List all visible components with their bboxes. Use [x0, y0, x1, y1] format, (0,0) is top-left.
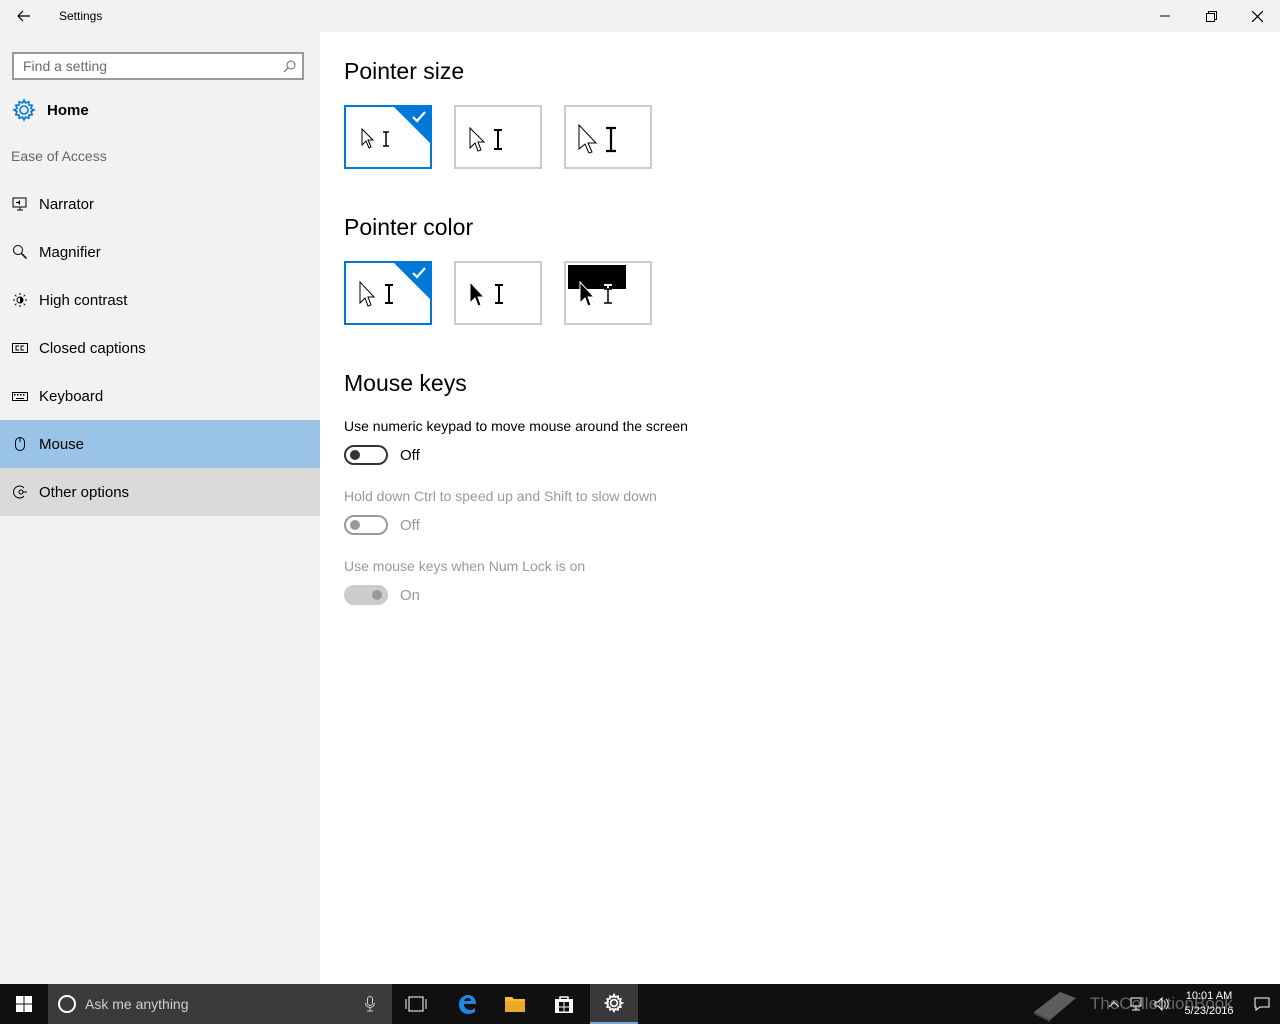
window-controls — [1142, 0, 1280, 32]
ctrl-shift-speed-label: Hold down Ctrl to speed up and Shift to … — [344, 488, 657, 504]
checkmark-icon — [412, 267, 426, 279]
search-box[interactable] — [12, 52, 304, 80]
sidebar-item-mouse[interactable]: Mouse — [0, 420, 320, 468]
sidebar-item-narrator[interactable]: Narrator — [0, 180, 320, 228]
minimize-icon — [1160, 15, 1170, 17]
pointer-size-medium[interactable] — [454, 105, 542, 169]
minimize-button[interactable] — [1142, 0, 1188, 32]
sidebar-item-label: Magnifier — [39, 243, 101, 261]
settings-taskbar-button[interactable] — [590, 984, 638, 1024]
action-center-icon[interactable] — [1244, 997, 1280, 1011]
search-icon[interactable] — [276, 60, 302, 73]
windows-logo-icon — [16, 996, 32, 1012]
microphone-icon[interactable] — [358, 996, 382, 1012]
pointer-color-heading: Pointer color — [344, 214, 474, 240]
sidebar-item-magnifier[interactable]: Magnifier — [0, 228, 320, 276]
closed-captions-icon — [12, 340, 28, 356]
checkmark-icon — [412, 111, 426, 123]
cortana-search-box[interactable]: Ask me anything — [48, 984, 392, 1024]
close-button[interactable] — [1234, 0, 1280, 32]
num-lock-label: Use mouse keys when Num Lock is on — [344, 558, 586, 574]
other-options-icon — [12, 484, 28, 500]
home-label: Home — [47, 101, 89, 119]
sidebar: Home Ease of Access Narrator Magnifier H… — [0, 32, 320, 984]
cortana-search-placeholder: Ask me anything — [85, 996, 189, 1012]
mouse-keys-heading: Mouse keys — [344, 370, 467, 396]
pointer-large-icon — [578, 123, 616, 154]
pointer-inverted-icon — [568, 265, 626, 307]
sidebar-item-closed-captions[interactable]: Closed captions — [0, 324, 320, 372]
main-content: Pointer size Pointer color Mouse keys Us… — [320, 32, 1280, 984]
num-lock-toggle[interactable] — [344, 585, 388, 605]
numeric-keypad-toggle[interactable] — [344, 445, 388, 465]
title-bar: Settings — [0, 0, 1280, 32]
numeric-keypad-label: Use numeric keypad to move mouse around … — [344, 418, 688, 434]
store-icon — [555, 996, 573, 1013]
toggle-state: On — [400, 586, 421, 604]
sidebar-item-label: Narrator — [39, 195, 95, 213]
mouse-icon — [12, 436, 28, 452]
watermark-book-icon — [1030, 984, 1080, 1024]
toggle-state: Off — [400, 446, 420, 464]
store-button[interactable] — [540, 984, 588, 1024]
folder-icon — [505, 997, 525, 1012]
back-button[interactable] — [0, 0, 48, 32]
ctrl-shift-speed-toggle[interactable] — [344, 515, 388, 535]
pointer-color-inverted[interactable] — [564, 261, 652, 325]
restore-icon — [1205, 10, 1217, 22]
pointer-size-heading: Pointer size — [344, 58, 465, 84]
magnifier-icon — [12, 244, 28, 260]
pointer-color-white[interactable] — [344, 261, 432, 325]
sidebar-item-label: Keyboard — [39, 387, 104, 405]
cortana-icon — [58, 995, 76, 1013]
edge-button[interactable] — [443, 984, 491, 1024]
toggle-knob — [372, 590, 382, 600]
sidebar-item-label: Other options — [39, 483, 130, 501]
toggle-knob — [350, 520, 360, 530]
gear-icon — [604, 993, 624, 1013]
gear-icon — [12, 98, 36, 122]
numeric-keypad-toggle-row: Off — [344, 445, 420, 465]
task-view-button[interactable] — [392, 984, 440, 1024]
home-link[interactable]: Home — [0, 92, 320, 128]
pointer-color-black[interactable] — [454, 261, 542, 325]
search-input[interactable] — [14, 57, 276, 75]
window-title: Settings — [59, 9, 103, 23]
file-explorer-button[interactable] — [491, 984, 539, 1024]
pointer-size-small[interactable] — [344, 105, 432, 169]
sidebar-item-keyboard[interactable]: Keyboard — [0, 372, 320, 420]
toggle-knob — [350, 450, 360, 460]
task-view-icon — [405, 996, 427, 1012]
back-arrow-icon — [17, 10, 30, 22]
taskbar: Ask me anything 10:01 AM 5/23/2016 — [0, 984, 1280, 1024]
sidebar-item-high-contrast[interactable]: High contrast — [0, 276, 320, 324]
edge-icon — [459, 995, 476, 1014]
restore-button[interactable] — [1188, 0, 1234, 32]
keyboard-icon — [12, 388, 28, 404]
section-label: Ease of Access — [11, 148, 107, 164]
high-contrast-icon — [12, 292, 28, 308]
toggle-state: Off — [400, 516, 420, 534]
sidebar-item-other-options[interactable]: Other options — [0, 468, 320, 516]
pointer-medium-icon — [469, 126, 502, 152]
watermark-text: TheCollectionBook — [1090, 994, 1233, 1013]
pointer-size-large[interactable] — [564, 105, 652, 169]
narrator-icon — [12, 196, 28, 212]
start-button[interactable] — [0, 984, 48, 1024]
sidebar-item-label: High contrast — [39, 291, 128, 309]
sidebar-item-label: Mouse — [39, 435, 85, 453]
close-icon — [1251, 10, 1263, 22]
ctrl-shift-speed-toggle-row: Off — [344, 515, 420, 535]
num-lock-toggle-row: On — [344, 585, 420, 605]
pointer-black-icon — [469, 280, 503, 307]
sidebar-item-label: Closed captions — [39, 339, 146, 357]
